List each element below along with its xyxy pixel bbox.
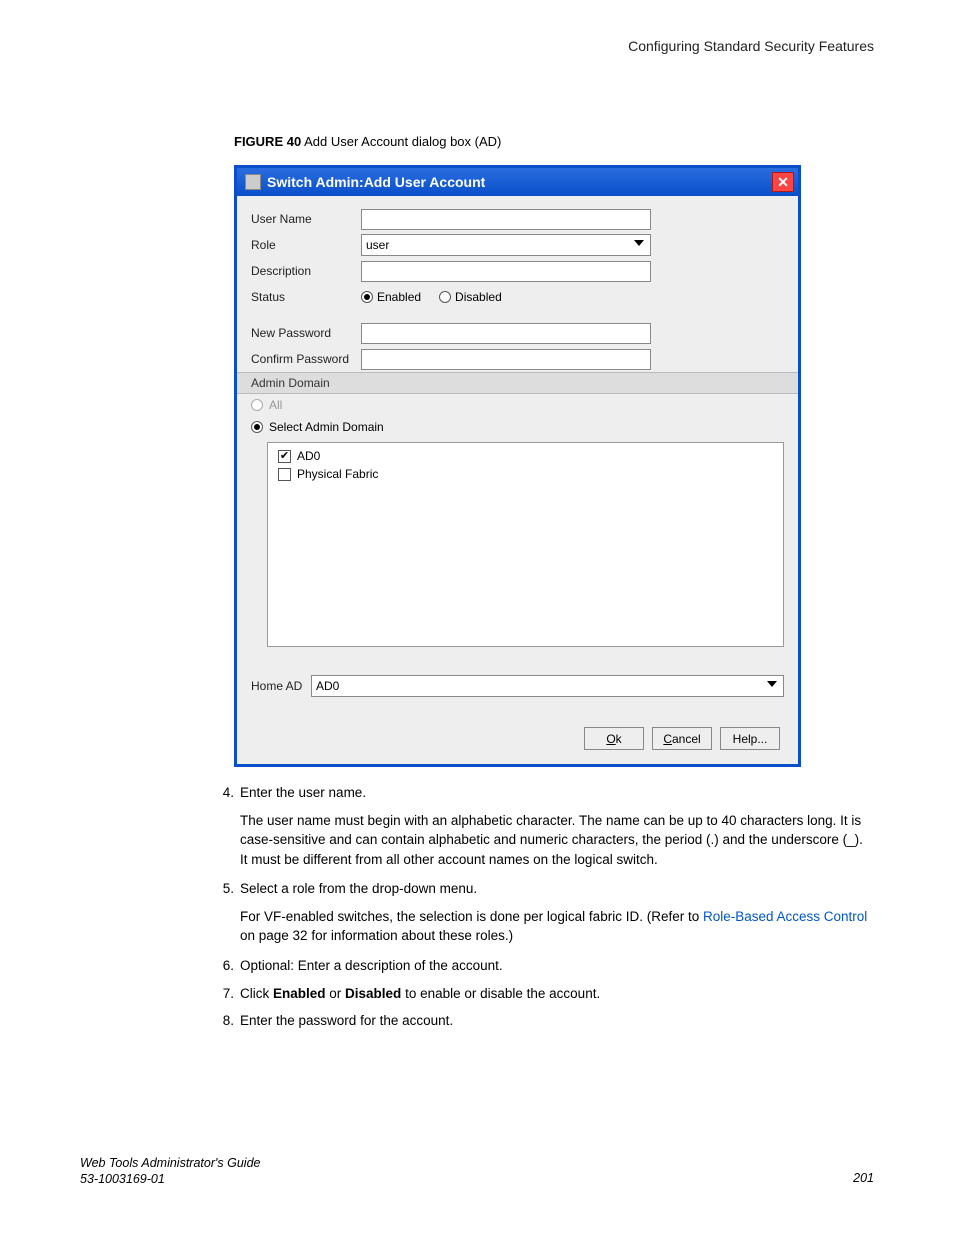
ad-all-radio: All bbox=[237, 394, 798, 416]
chevron-down-icon bbox=[767, 681, 777, 687]
t: to enable or disable the account. bbox=[401, 986, 600, 1001]
step-number: 7. bbox=[212, 984, 234, 1004]
ok-button[interactable]: Ok bbox=[584, 727, 644, 750]
dialog-title: Switch Admin:Add User Account bbox=[267, 174, 772, 190]
ad-all-label: All bbox=[269, 398, 282, 412]
footer-pagenum: 201 bbox=[853, 1171, 874, 1185]
app-icon bbox=[245, 174, 261, 190]
t: Disabled bbox=[345, 986, 401, 1001]
footer-guide: Web Tools Administrator's Guide bbox=[80, 1155, 260, 1171]
ad-item-label: AD0 bbox=[297, 449, 320, 463]
confirm-password-input[interactable] bbox=[361, 349, 651, 370]
step-5-text-a: For VF-enabled switches, the selection i… bbox=[240, 909, 703, 924]
description-label: Description bbox=[251, 264, 361, 278]
step-number: 6. bbox=[212, 956, 234, 976]
dialog-body: User Name Role user Description Status E… bbox=[237, 196, 798, 764]
ad-select-label: Select Admin Domain bbox=[269, 420, 384, 434]
username-label: User Name bbox=[251, 212, 361, 226]
new-password-input[interactable] bbox=[361, 323, 651, 344]
confirmpw-label: Confirm Password bbox=[251, 352, 361, 366]
status-enabled-label: Enabled bbox=[377, 290, 421, 304]
ad-select-radio[interactable]: Select Admin Domain bbox=[237, 416, 798, 438]
step-5: Select a role from the drop-down menu. bbox=[240, 879, 874, 899]
status-disabled-label: Disabled bbox=[455, 290, 502, 304]
ad-item-label: Physical Fabric bbox=[297, 467, 378, 481]
instruction-steps: 4. Enter the user name. The user name mu… bbox=[212, 783, 874, 1031]
step-4-detail: The user name must begin with an alphabe… bbox=[240, 811, 874, 870]
step-6: Optional: Enter a description of the acc… bbox=[240, 956, 874, 976]
description-input[interactable] bbox=[361, 261, 651, 282]
username-input[interactable] bbox=[361, 209, 651, 230]
homead-dropdown[interactable]: AD0 bbox=[311, 675, 784, 697]
figure-caption-text: Add User Account dialog box (AD) bbox=[304, 134, 501, 149]
newpw-label: New Password bbox=[251, 326, 361, 340]
cancel-button[interactable]: Cancel bbox=[652, 727, 712, 750]
figure-caption: FIGURE 40 Add User Account dialog box (A… bbox=[234, 134, 874, 149]
radio-icon bbox=[361, 291, 373, 303]
step-number: 5. bbox=[212, 879, 234, 899]
radio-icon bbox=[439, 291, 451, 303]
role-dropdown[interactable]: user bbox=[361, 234, 651, 256]
help-button[interactable]: Help... bbox=[720, 727, 780, 750]
admin-domain-list[interactable]: AD0 Physical Fabric bbox=[267, 442, 784, 647]
radio-icon bbox=[251, 421, 263, 433]
radio-icon bbox=[251, 399, 263, 411]
homead-label: Home AD bbox=[251, 679, 311, 693]
homead-value: AD0 bbox=[316, 679, 339, 693]
role-value: user bbox=[366, 238, 389, 252]
step-5-detail: For VF-enabled switches, the selection i… bbox=[240, 907, 874, 946]
chevron-down-icon bbox=[634, 240, 644, 246]
role-label: Role bbox=[251, 238, 361, 252]
checkbox-icon bbox=[278, 468, 291, 481]
rbac-link[interactable]: Role-Based Access Control bbox=[703, 909, 867, 924]
step-5-text-b: on page 32 for information about these r… bbox=[240, 928, 513, 943]
status-enabled-radio[interactable]: Enabled bbox=[361, 290, 421, 304]
figure-label: FIGURE 40 bbox=[234, 134, 301, 149]
page-header: Configuring Standard Security Features bbox=[628, 38, 874, 54]
footer-left: Web Tools Administrator's Guide 53-10031… bbox=[80, 1155, 260, 1188]
step-7: Click Enabled or Disabled to enable or d… bbox=[240, 984, 874, 1004]
close-icon[interactable]: ✕ bbox=[772, 172, 794, 192]
t: Enabled bbox=[273, 986, 326, 1001]
add-user-dialog: Switch Admin:Add User Account ✕ User Nam… bbox=[234, 165, 801, 767]
ad-item-physical-fabric[interactable]: Physical Fabric bbox=[278, 467, 773, 481]
step-8: Enter the password for the account. bbox=[240, 1011, 874, 1031]
step-number: 8. bbox=[212, 1011, 234, 1031]
checkbox-icon bbox=[278, 450, 291, 463]
status-label: Status bbox=[251, 290, 361, 304]
t: Click bbox=[240, 986, 273, 1001]
step-4: Enter the user name. bbox=[240, 783, 874, 803]
ad-item-ad0[interactable]: AD0 bbox=[278, 449, 773, 463]
t: or bbox=[326, 986, 346, 1001]
step-number: 4. bbox=[212, 783, 234, 803]
dialog-titlebar[interactable]: Switch Admin:Add User Account ✕ bbox=[237, 168, 798, 196]
status-disabled-radio[interactable]: Disabled bbox=[439, 290, 502, 304]
admin-domain-section: Admin Domain bbox=[237, 372, 798, 394]
footer-docnum: 53-1003169-01 bbox=[80, 1171, 260, 1187]
